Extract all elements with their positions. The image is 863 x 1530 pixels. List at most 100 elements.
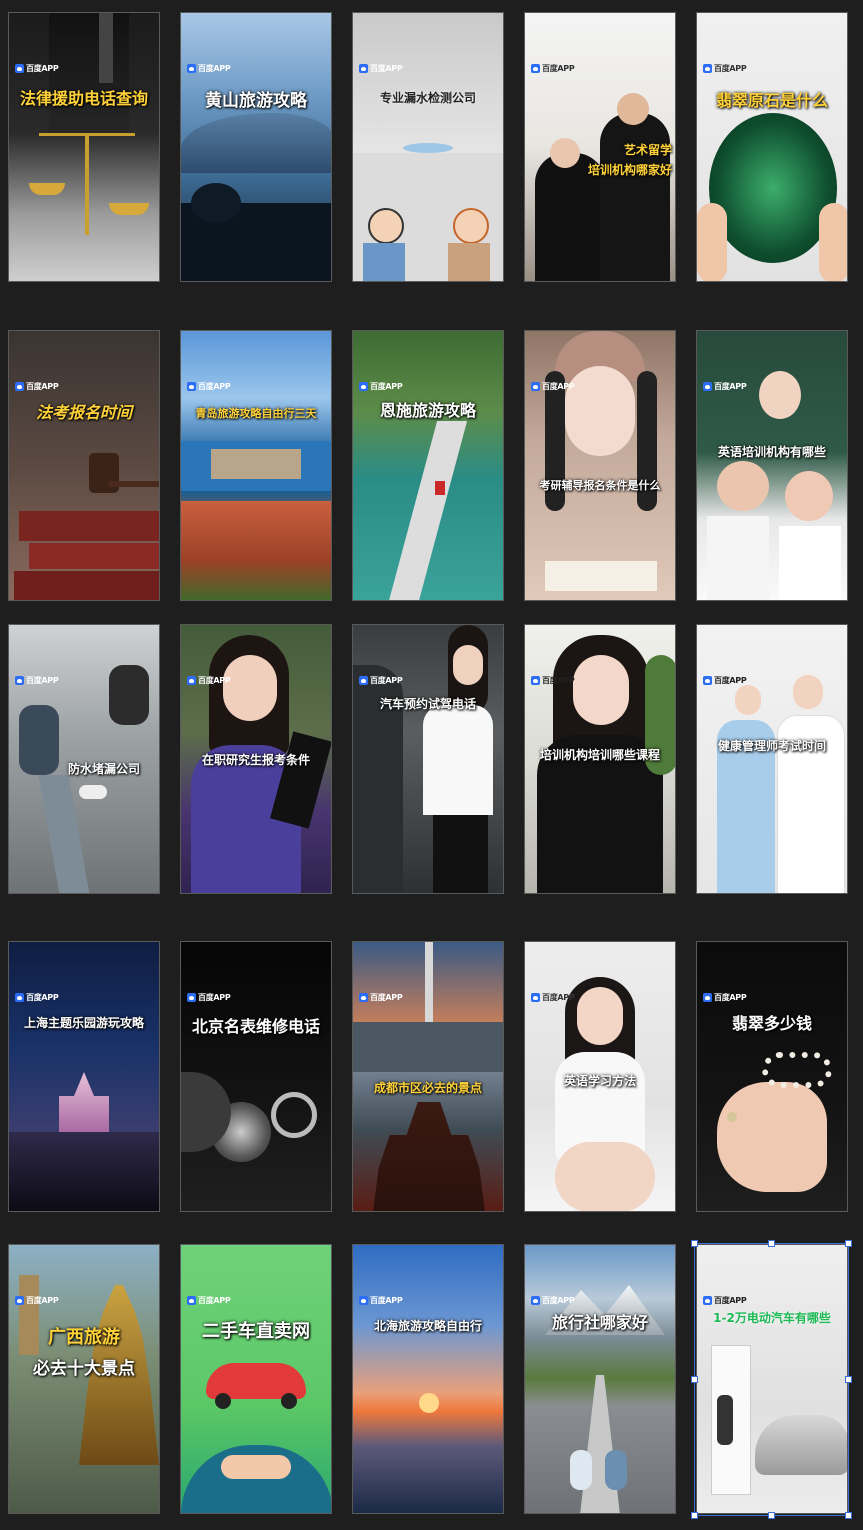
- video-card-test-drive[interactable]: 百度APP 汽车预约试驾电话: [352, 624, 504, 894]
- video-card-travel-agency[interactable]: 百度APP 旅行社哪家好: [524, 1244, 676, 1514]
- card-subtitle: 必去十大景点: [33, 1359, 135, 1379]
- castle: [59, 1072, 109, 1132]
- video-card-chengdu[interactable]: 百度APP 成都市区必去的景点: [352, 941, 504, 1212]
- video-card-beihai[interactable]: 百度APP 北海旅游攻略自由行: [352, 1244, 504, 1514]
- resize-handle-left[interactable]: [691, 1376, 698, 1383]
- baidu-paw-icon: [703, 1296, 712, 1305]
- video-card-grad-exam[interactable]: 百度APP 考研辅导报名条件是什么: [524, 330, 676, 601]
- pine-canopy: [191, 183, 241, 223]
- video-card-jade-stone[interactable]: 百度APP 翡翠原石是什么: [696, 12, 848, 282]
- baidu-paw-icon: [187, 676, 196, 685]
- brand-logo: 百度APP: [703, 381, 747, 392]
- video-card-legal-aid[interactable]: 百度APP 法律援助电话查询: [8, 12, 160, 282]
- card-title: 北海旅游攻略自由行: [373, 1319, 482, 1333]
- book-3: [14, 571, 159, 600]
- card-title: 旅行社哪家好: [551, 1313, 648, 1332]
- card-title: 法考报名时间: [35, 403, 132, 422]
- baidu-paw-icon: [15, 382, 24, 391]
- brand-logo: 百度APP: [15, 63, 59, 74]
- card-title: 北京名表维修电话: [191, 1017, 320, 1036]
- face-right: [617, 93, 649, 125]
- card-title: 青岛旅游攻略自由行三天: [195, 407, 317, 420]
- video-card-art-study-abroad[interactable]: 百度APP 艺术留学 培训机构哪家好: [524, 12, 676, 282]
- hand: [717, 1082, 827, 1192]
- brand-logo: 百度APP: [703, 63, 747, 74]
- brand-logo: 百度APP: [359, 675, 403, 686]
- baidu-paw-icon: [187, 993, 196, 1002]
- video-card-ev[interactable]: 百度APP 1-2万电动汽车有哪些: [696, 1244, 848, 1514]
- video-card-jade-price[interactable]: 百度APP 翡翠多少钱: [696, 941, 848, 1212]
- hand-left: [697, 203, 727, 281]
- video-card-english-training[interactable]: 百度APP 英语培训机构有哪些: [696, 330, 848, 601]
- video-card-training-courses[interactable]: 百度APP 培训机构培训哪些课程: [524, 624, 676, 894]
- video-card-enshi[interactable]: 百度APP 恩施旅游攻略: [352, 330, 504, 601]
- video-card-waterproofing[interactable]: 百度APP 防水堵漏公司: [8, 624, 160, 894]
- resize-handle-bottom-right[interactable]: [845, 1512, 852, 1519]
- worker-right: [109, 665, 149, 725]
- video-card-english-method[interactable]: 百度APP 英语学习方法: [524, 941, 676, 1212]
- black-skirt: [433, 815, 488, 893]
- video-card-watch-repair[interactable]: 百度APP 北京名表维修电话: [180, 941, 332, 1212]
- baidu-paw-icon: [703, 676, 712, 685]
- traveler-1: [570, 1450, 592, 1490]
- face: [223, 655, 277, 721]
- baidu-paw-icon: [703, 64, 712, 73]
- baidu-paw-icon: [187, 64, 196, 73]
- video-card-leak-detection[interactable]: 百度APP 专业漏水检测公司: [352, 12, 504, 282]
- resize-handle-bottom[interactable]: [768, 1512, 775, 1519]
- card-title: 健康管理师考试时间: [717, 739, 826, 753]
- brand-logo: 百度APP: [187, 675, 231, 686]
- car-wheel-front: [215, 1393, 231, 1409]
- resize-handle-top-right[interactable]: [845, 1240, 852, 1247]
- video-card-huangshan[interactable]: 百度APP 黄山旅游攻略: [180, 12, 332, 282]
- road: [580, 1375, 620, 1513]
- card-title: 考研辅导报名条件是什么: [539, 479, 661, 492]
- video-card-guangxi[interactable]: 百度APP 广西旅游 必去十大景点: [8, 1244, 160, 1514]
- brand-logo: 百度APP: [15, 1295, 59, 1306]
- video-card-used-car[interactable]: 百度APP 二手车直卖网: [180, 1244, 332, 1514]
- video-card-law-exam[interactable]: 百度APP 法考报名时间: [8, 330, 160, 601]
- resize-handle-top-left[interactable]: [691, 1240, 698, 1247]
- video-card-part-time-grad[interactable]: 百度APP 在职研究生报考条件: [180, 624, 332, 894]
- white-shirt: [423, 705, 493, 815]
- pagoda: [373, 1102, 485, 1211]
- brand-logo: 百度APP: [15, 675, 59, 686]
- baidu-paw-icon: [703, 382, 712, 391]
- brand-logo: 百度APP: [531, 1295, 575, 1306]
- city-skyline: [353, 1022, 503, 1072]
- resize-handle-bottom-left[interactable]: [691, 1512, 698, 1519]
- brand-logo: 百度APP: [359, 381, 403, 392]
- baidu-paw-icon: [15, 64, 24, 73]
- card-title: 黄山旅游攻略: [205, 91, 307, 111]
- boy-face: [717, 461, 769, 511]
- man-body: [363, 243, 405, 281]
- brand-logo: 百度APP: [187, 1295, 231, 1306]
- baidu-paw-icon: [359, 993, 368, 1002]
- teacher-face: [759, 371, 801, 419]
- resize-handle-top[interactable]: [768, 1240, 775, 1247]
- island-town: [211, 449, 301, 479]
- baidu-paw-icon: [531, 382, 540, 391]
- card-title: 恩施旅游攻略: [379, 401, 476, 420]
- card-title: 1-2万电动汽车有哪些: [713, 1311, 831, 1325]
- card-title: 汽车预约试驾电话: [379, 697, 476, 711]
- video-card-shanghai-park[interactable]: 百度APP 上海主题乐园游玩攻略: [8, 941, 160, 1212]
- legs: [555, 1142, 655, 1211]
- brand-logo: 百度APP: [531, 381, 575, 392]
- resize-handle-right[interactable]: [845, 1376, 852, 1383]
- scale-pan-right: [109, 203, 149, 215]
- traveler-2: [605, 1450, 627, 1490]
- woman-body: [448, 243, 490, 281]
- jade-ring: [727, 1112, 737, 1122]
- card-title: 上海主题乐园游玩攻略: [23, 1016, 144, 1030]
- card-title: 培训机构培训哪些课程: [539, 748, 660, 762]
- car-wheel-rear: [281, 1393, 297, 1409]
- video-card-qingdao[interactable]: 百度APP 青岛旅游攻略自由行三天: [180, 330, 332, 601]
- brand-logo: 百度APP: [531, 63, 575, 74]
- video-card-health-manager[interactable]: 百度APP 健康管理师考试时间: [696, 624, 848, 894]
- red-roofs: [181, 501, 331, 600]
- boy-shirt: [707, 516, 769, 600]
- membrane-roll: [79, 785, 107, 799]
- man-head: [368, 208, 404, 244]
- card-subtitle: 培训机构哪家好: [587, 163, 672, 177]
